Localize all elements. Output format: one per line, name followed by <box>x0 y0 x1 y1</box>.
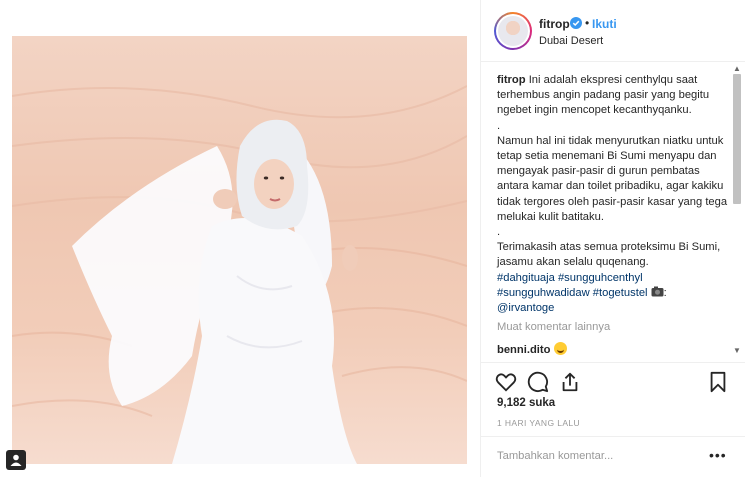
post-actions-bar <box>481 362 745 402</box>
caption-colon: : <box>663 286 667 299</box>
camera-emoji-icon <box>651 286 664 297</box>
desert-photo-illustration <box>12 85 467 464</box>
avatar[interactable] <box>494 12 532 50</box>
add-comment-input[interactable]: Tambahkan komentar... <box>497 450 697 462</box>
post-photo[interactable] <box>12 36 467 464</box>
heart-icon[interactable] <box>495 371 517 393</box>
separator-dot: • <box>585 16 590 30</box>
load-more-comments-button[interactable]: Muat komentar lainnya <box>497 321 610 333</box>
scrollbar-thumb[interactable] <box>733 74 741 204</box>
caption-text: Ini adalah ekspresi centhylqu saat terhe… <box>497 74 710 117</box>
share-icon[interactable] <box>559 371 581 393</box>
post-header: fitrop • Ikuti Dubai Desert <box>481 0 745 62</box>
hashtag-link[interactable]: #sungguhwadidaw #togetustel <box>497 287 648 299</box>
caption-dot: . <box>497 119 501 132</box>
laughing-emoji-icon <box>554 342 568 355</box>
verified-badge-icon <box>570 17 582 29</box>
post-timestamp[interactable]: 1 HARI YANG LALU <box>497 418 580 428</box>
username-link[interactable]: fitrop <box>539 17 570 31</box>
comment-item: benni.dito <box>497 342 568 356</box>
more-options-button[interactable]: ••• <box>709 447 727 463</box>
location-link[interactable]: Dubai Desert <box>539 35 603 47</box>
user-tag-icon[interactable] <box>6 450 26 470</box>
follow-button[interactable]: Ikuti <box>592 17 617 31</box>
scroll-up-arrow-icon[interactable]: ▲ <box>733 64 741 73</box>
caption-paragraph: Namun hal ini tidak menyurutkan niatku u… <box>497 134 728 223</box>
post-media <box>0 0 480 477</box>
scroll-down-arrow-icon[interactable]: ▼ <box>733 346 741 355</box>
hashtag-link[interactable]: #dahgituaja #sungguhcenthyl <box>497 272 643 284</box>
mention-link[interactable]: @irvantoge <box>497 302 554 314</box>
caption-username[interactable]: fitrop <box>497 74 526 86</box>
like-count[interactable]: 9,182 suka <box>497 397 555 409</box>
comment-username[interactable]: benni.dito <box>497 344 550 356</box>
add-comment-section: Tambahkan komentar... ••• <box>481 436 745 477</box>
post-sidebar: fitrop • Ikuti Dubai Desert fitrop Ini a… <box>480 0 745 477</box>
caption-dot: . <box>497 226 501 239</box>
comments-scrollbar[interactable]: ▲ ▼ <box>730 62 744 360</box>
post-caption: fitrop Ini adalah ekspresi centhylqu saa… <box>497 73 729 316</box>
bookmark-icon[interactable] <box>707 371 729 393</box>
comment-bubble-icon[interactable] <box>527 371 549 393</box>
caption-paragraph: Terimakasih atas semua proteksimu Bi Sum… <box>497 241 721 269</box>
